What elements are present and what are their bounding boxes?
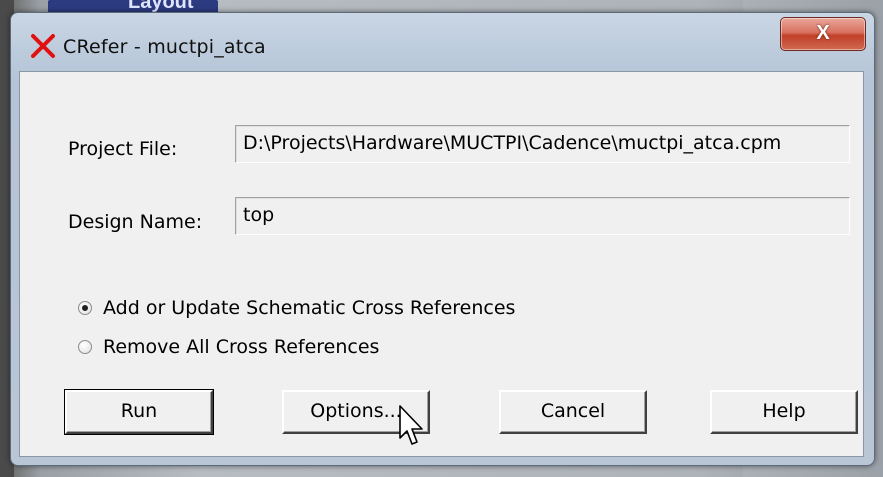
help-button[interactable]: Help: [710, 390, 858, 434]
radio-add-update-label: Add or Update Schematic Cross References: [103, 297, 516, 319]
radio-add-update-cross-references[interactable]: Add or Update Schematic Cross References: [78, 297, 515, 319]
project-file-field[interactable]: D:\Projects\Hardware\MUCTPI\Cadence\muct…: [235, 125, 850, 163]
dialog-client-area: Project File: D:\Projects\Hardware\MUCTP…: [19, 71, 864, 457]
options-button[interactable]: Options...: [282, 390, 430, 434]
close-button[interactable]: X: [780, 17, 866, 51]
radio-remove-all-cross-references[interactable]: Remove All Cross References: [78, 336, 379, 358]
run-button[interactable]: Run: [64, 389, 214, 435]
design-name-field[interactable]: top: [235, 197, 850, 235]
radio-remove-all-label: Remove All Cross References: [103, 336, 380, 358]
dialog-title: CRefer - muctpi_atca: [63, 36, 266, 58]
cancel-button[interactable]: Cancel: [499, 390, 647, 434]
crefer-dialog: CRefer - muctpi_atca X Project File: D:\…: [10, 12, 875, 466]
dialog-titlebar[interactable]: CRefer - muctpi_atca X: [11, 13, 874, 71]
radio-button-unchecked[interactable]: [78, 340, 92, 354]
red-x-icon: [31, 34, 55, 58]
radio-button-checked[interactable]: [78, 301, 92, 315]
project-file-label: Project File:: [68, 138, 178, 160]
design-name-label: Design Name:: [68, 211, 203, 233]
